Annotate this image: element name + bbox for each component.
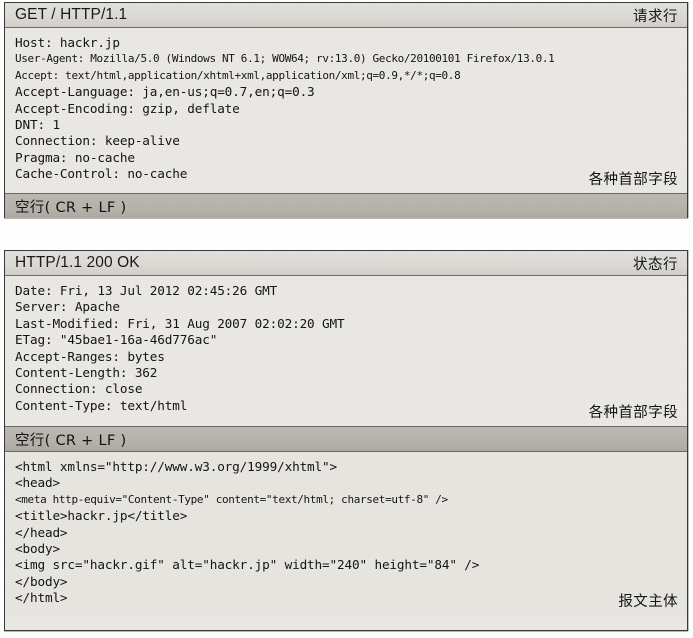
request-header-line: Accept: text/html,application/xhtml+xml,… [15,68,461,82]
response-body-annotation: 报文主体 [618,594,678,610]
response-body-line: </head> [15,524,68,540]
response-header-line: Date: Fri, 13 Jul 2012 02:45:26 GMT [15,283,278,298]
response-header-line: Content-Type: text/html [15,397,188,413]
request-message-box: GET / HTTP/1.1 请求行 Host: hackr.jp User-A… [4,2,688,218]
request-header-line: Connection: keep-alive [15,133,180,149]
response-body-line: <img src="hackr.gif" alt="hackr.jp" widt… [15,557,480,573]
response-message-box: HTTP/1.1 200 OK 状态行 Date: Fri, 13 Jul 20… [4,250,688,631]
response-blank-line-text: 空行( CR + LF ) [15,432,127,449]
response-body-line: <html xmlns="http://www.w3.org/1999/xhtm… [15,459,338,474]
response-header-line: Server: Apache [15,299,120,315]
response-start-line-text: HTTP/1.1 200 OK [15,254,140,271]
request-header-line: Accept-Encoding: gzip, deflate [15,100,240,116]
request-start-line-text: GET / HTTP/1.1 [15,6,128,23]
request-header-line: User-Agent: Mozilla/5.0 (Windows NT 6.1;… [15,52,555,66]
request-header-line: Host: hackr.jp [15,35,120,50]
request-blank-line-text: 空行( CR + LF ) [15,199,127,216]
request-start-line-band: GET / HTTP/1.1 请求行 [5,3,687,28]
request-header-line: DNT: 1 [15,117,60,133]
response-header-line: Last-Modified: Fri, 31 Aug 2007 02:02:20… [15,315,345,331]
response-headers-region: Date: Fri, 13 Jul 2012 02:45:26 GMT Serv… [5,276,687,426]
request-headers-annotation: 各种首部字段 [588,172,678,188]
request-headers-region: Host: hackr.jp User-Agent: Mozilla/5.0 (… [5,28,687,193]
request-header-line: Cache-Control: no-cache [15,166,188,182]
request-header-line: Accept-Language: ja,en-us;q=0.7,en;q=0.3 [15,84,315,100]
response-body-line: <body> [15,541,60,557]
response-body-region: <html xmlns="http://www.w3.org/1999/xhtm… [5,451,687,615]
request-blank-line-band: 空行( CR + LF ) [5,193,687,218]
response-header-line: ETag: "45bae1-16a-46d776ac" [15,332,218,348]
http-message-structure-figure: GET / HTTP/1.1 请求行 Host: hackr.jp User-A… [0,0,693,638]
request-header-line: Pragma: no-cache [15,149,135,165]
response-headers-annotation: 各种首部字段 [588,405,678,421]
response-header-line: Accept-Ranges: bytes [15,348,165,364]
request-start-line-annotation: 请求行 [633,8,678,25]
response-body-line: <meta http-equiv="Content-Type" content=… [15,492,448,506]
response-start-line-annotation: 状态行 [633,256,678,273]
response-blank-line-band: 空行( CR + LF ) [5,426,687,451]
response-body-line: </html> [15,590,68,606]
response-start-line-band: HTTP/1.1 200 OK 状态行 [5,251,687,276]
response-header-line: Connection: close [15,381,143,397]
response-body-line: <head> [15,475,60,491]
response-header-line: Content-Length: 362 [15,365,158,381]
response-body-line: <title>hackr.jp</title> [15,508,188,524]
response-body-line: </body> [15,573,68,589]
